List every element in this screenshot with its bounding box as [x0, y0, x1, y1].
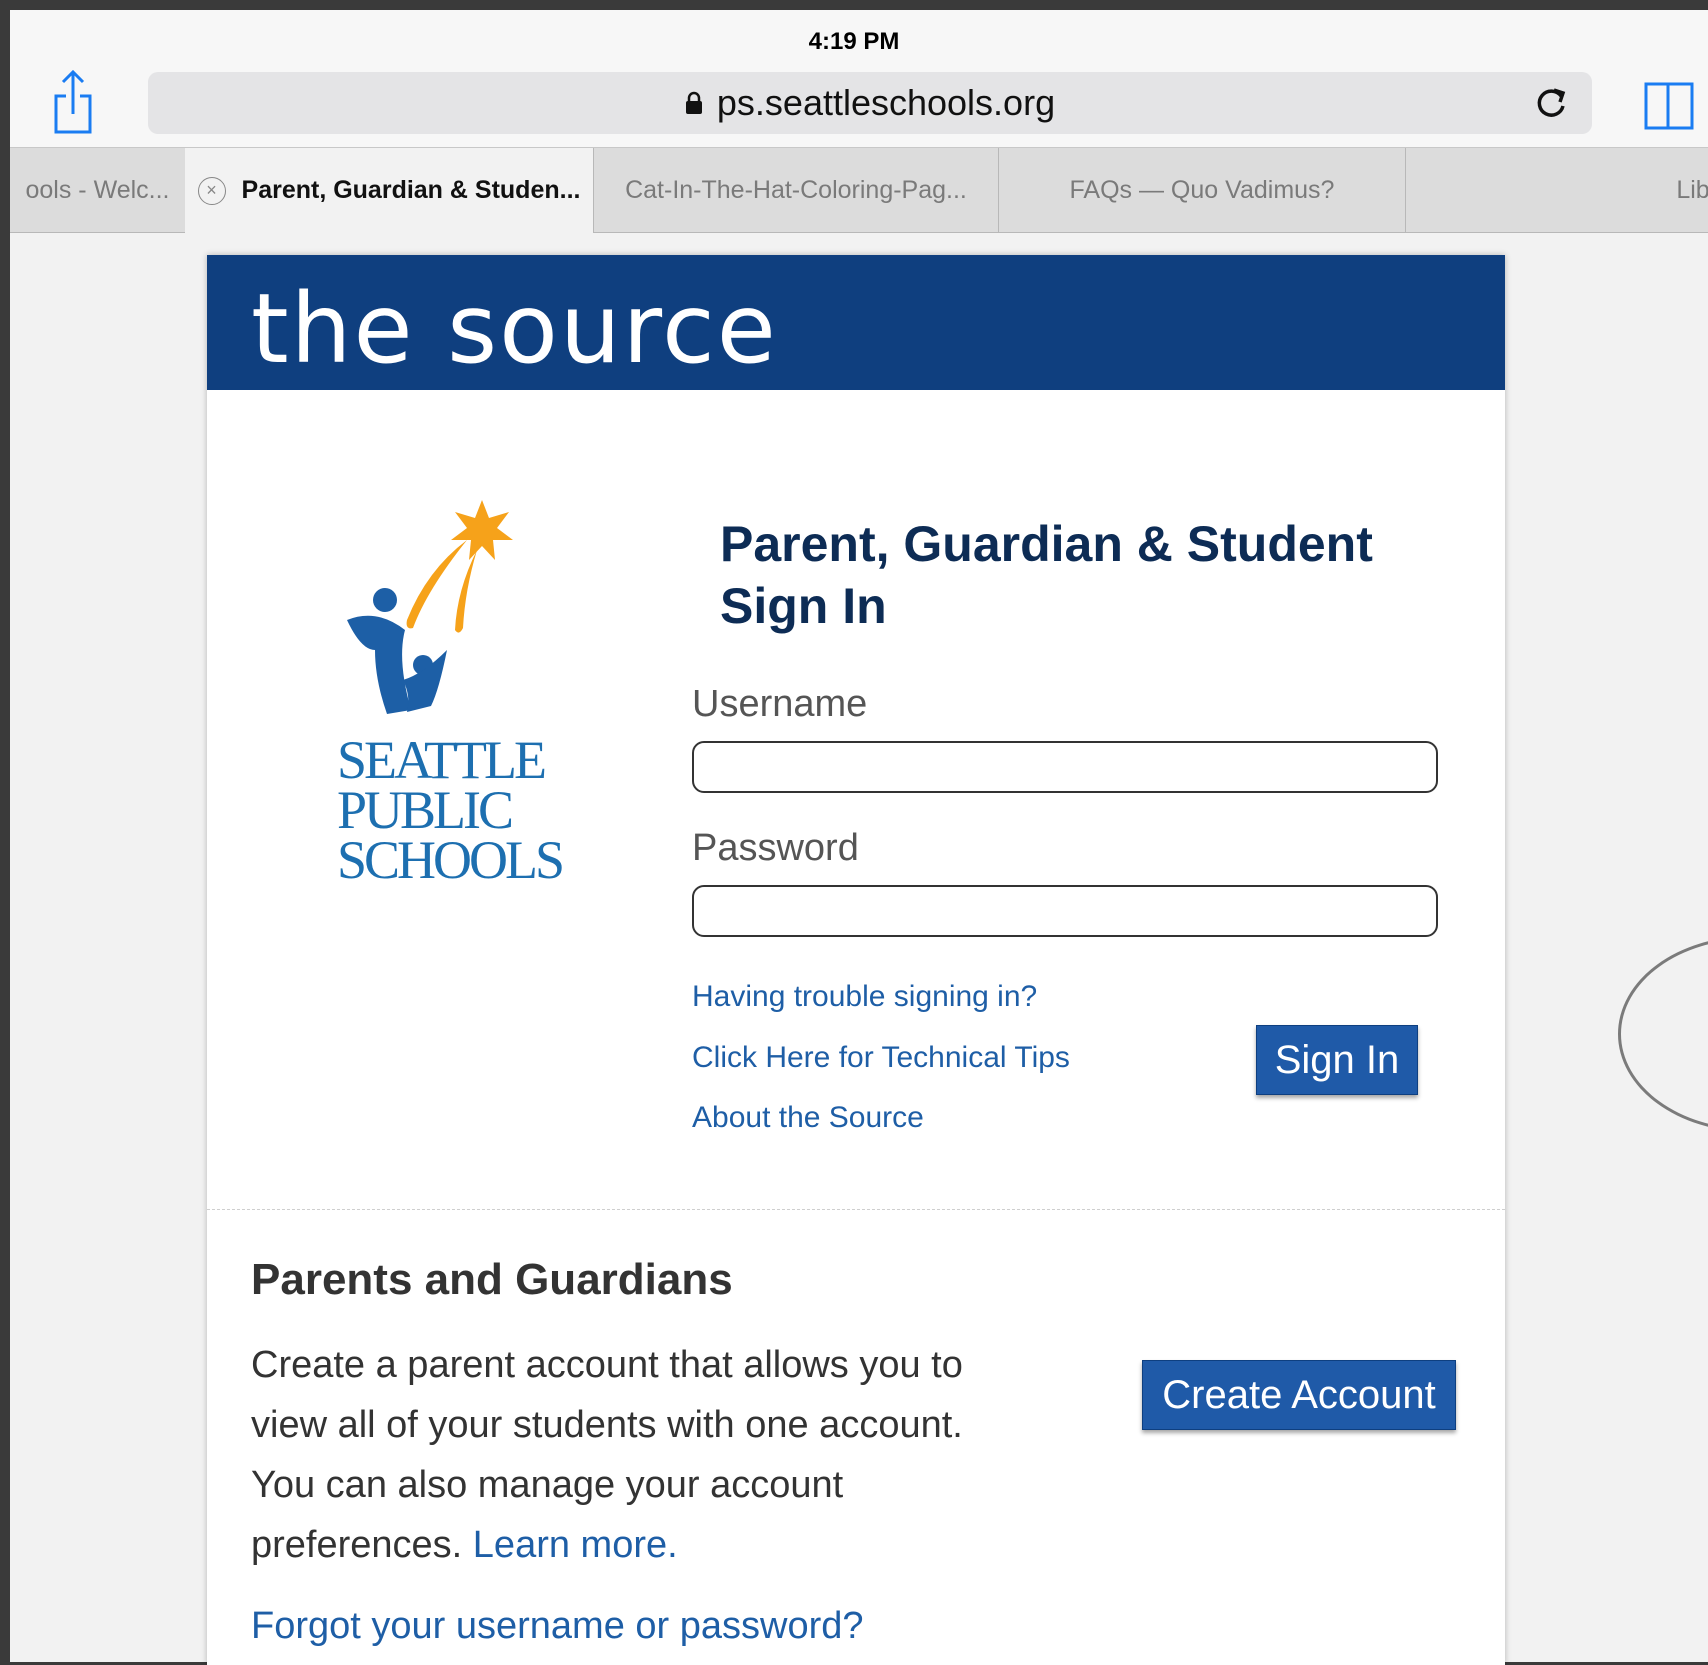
create-account-button[interactable]: Create Account — [1142, 1360, 1456, 1430]
brand-title: the source — [251, 273, 778, 385]
username-label: Username — [692, 683, 868, 725]
tab-library[interactable]: Libr — [1406, 148, 1708, 232]
tab-seattle-schools[interactable]: ools - Welc... — [10, 148, 186, 232]
forgot-credentials-link[interactable]: Forgot your username or password? — [251, 1605, 864, 1648]
tab-label: Parent, Guardian & Studen... — [241, 176, 581, 204]
trouble-signing-in-link[interactable]: Having trouble signing in? — [692, 980, 1037, 1014]
browser-toolbar: 4:19 PM ps.seattleschools.org — [10, 10, 1708, 147]
tab-bar: ools - Welc... × Parent, Guardian & Stud… — [10, 147, 1708, 233]
tab-label: Cat-In-The-Hat-Coloring-Pag... — [625, 175, 967, 204]
logo-wordmark: SEATTLE PUBLIC SCHOOLS — [337, 730, 565, 890]
tab-label: FAQs — Quo Vadimus? — [1069, 175, 1335, 204]
sign-in-button[interactable]: Sign In — [1256, 1025, 1418, 1095]
status-time: 4:19 PM — [808, 28, 900, 55]
parents-section-title: Parents and Guardians — [251, 1255, 733, 1304]
url-text: ps.seattleschools.org — [716, 82, 1056, 123]
password-label: Password — [692, 827, 859, 869]
technical-tips-link[interactable]: Click Here for Technical Tips — [692, 1041, 1070, 1075]
address-bar[interactable]: ps.seattleschools.org — [148, 72, 1592, 134]
tab-label: Libr — [1676, 175, 1708, 204]
login-card: the source SEATTLE PUBLIC SCHOOLS Parent… — [207, 255, 1505, 1665]
reload-icon[interactable] — [1532, 84, 1570, 122]
parents-description: Create a parent account that allows you … — [251, 1344, 963, 1566]
brand-header: the source — [207, 255, 1505, 390]
learn-more-link[interactable]: Learn more. — [473, 1524, 678, 1566]
about-source-link[interactable]: About the Source — [692, 1101, 924, 1135]
close-icon[interactable]: × — [197, 176, 226, 205]
signin-title: Parent, Guardian & Student Sign In — [720, 516, 1373, 634]
book-icon[interactable] — [1640, 74, 1700, 134]
share-icon[interactable] — [48, 66, 98, 136]
tab-cat-in-the-hat[interactable]: Cat-In-The-Hat-Coloring-Pag... — [594, 148, 999, 232]
username-field[interactable] — [692, 741, 1438, 793]
tab-faqs[interactable]: FAQs — Quo Vadimus? — [999, 148, 1406, 232]
tab-label: ools - Welc... — [25, 175, 170, 204]
touch-indicator — [1618, 936, 1708, 1132]
section-divider — [207, 1209, 1505, 1210]
lock-icon — [685, 91, 702, 114]
tab-parent-guardian[interactable]: × Parent, Guardian & Studen... — [185, 148, 594, 233]
password-field[interactable] — [692, 885, 1438, 937]
